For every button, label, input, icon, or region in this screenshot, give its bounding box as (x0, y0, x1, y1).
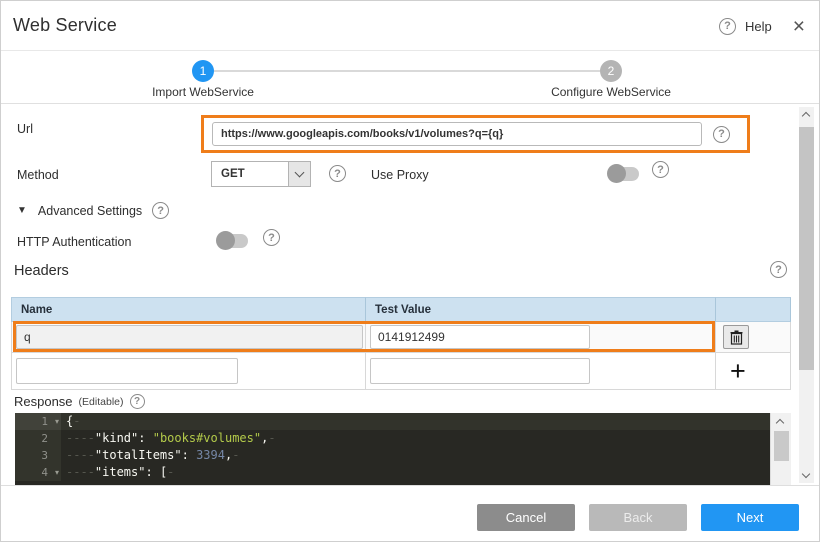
editor-line: 3----"totalItems": 3394,- (15, 447, 770, 464)
http-auth-help-icon[interactable]: ? (263, 229, 280, 246)
url-highlight-box: ? (201, 115, 750, 153)
response-editor[interactable]: 1▾{-2----"kind": "books#volumes",-3----"… (15, 413, 791, 486)
scroll-up-icon[interactable] (802, 112, 810, 120)
column-header-test-value: Test Value (366, 297, 716, 322)
editor-scrollbar[interactable] (770, 413, 791, 486)
headers-table-header-row: Name Test Value (11, 297, 791, 322)
actions-cell: + (716, 353, 791, 390)
toggle-knob (216, 231, 235, 250)
header-row-q (11, 322, 791, 353)
editor-scrollbar-thumb[interactable] (774, 431, 789, 461)
step-1-circle[interactable]: 1 (192, 60, 214, 82)
content-scrollbar[interactable] (799, 107, 814, 483)
test-value-cell (366, 322, 716, 353)
fold-caret-icon[interactable]: ▾ (55, 413, 59, 430)
close-icon[interactable]: × (793, 16, 805, 37)
headers-help-icon[interactable]: ? (770, 261, 787, 278)
response-help-icon[interactable]: ? (130, 394, 145, 409)
step-2-label: Configure WebService (531, 85, 691, 99)
method-dropdown-button[interactable] (288, 162, 310, 186)
header-name-input[interactable] (16, 325, 363, 349)
dialog-content: Url ? Method GET ? Use Proxy ? ▼ Advance… (1, 104, 819, 487)
wizard-stepper: 1 2 Import WebService Configure WebServi… (1, 51, 819, 104)
actions-cell (716, 322, 791, 353)
delete-row-button[interactable] (723, 325, 749, 349)
advanced-settings-label: Advanced Settings (38, 204, 142, 218)
dialog-title: Web Service (13, 15, 117, 36)
advanced-settings-toggle[interactable]: ▼ Advanced Settings ? (17, 202, 169, 219)
test-value-cell (366, 353, 716, 390)
url-input[interactable] (212, 122, 702, 146)
name-cell (11, 322, 366, 353)
use-proxy-toggle[interactable] (608, 167, 639, 181)
editor-line: 1▾{- (15, 413, 770, 430)
header-actions: ? Help × (719, 1, 805, 51)
collapse-arrow-icon: ▼ (17, 205, 27, 216)
web-service-dialog: Web Service ? Help × 1 2 Import WebServi… (0, 0, 820, 542)
dialog-footer: Cancel Back Next (1, 485, 819, 541)
response-label-row: Response (Editable) ? (14, 394, 145, 409)
add-row-button[interactable]: + (730, 358, 746, 385)
header-test-value-input[interactable] (370, 325, 590, 349)
cancel-button[interactable]: Cancel (477, 504, 575, 531)
method-help-icon[interactable]: ? (329, 165, 346, 182)
editor-line: 4▾----"items": [- (15, 464, 770, 481)
use-proxy-help-icon[interactable]: ? (652, 161, 669, 178)
advanced-settings-help-icon[interactable]: ? (152, 202, 169, 219)
help-icon[interactable]: ? (719, 18, 736, 35)
step-1-label: Import WebService (133, 85, 273, 99)
header-new-row: + (11, 353, 791, 390)
toggle-knob (607, 164, 626, 183)
use-proxy-label: Use Proxy (371, 168, 429, 182)
url-help-icon[interactable]: ? (713, 126, 730, 143)
headers-section-title: Headers (14, 263, 69, 279)
stepper-connector (214, 70, 600, 72)
name-cell (11, 353, 366, 390)
help-link[interactable]: Help (745, 19, 772, 34)
scroll-up-icon[interactable] (776, 419, 784, 427)
content-scrollbar-thumb[interactable] (799, 127, 814, 370)
method-select[interactable]: GET (211, 161, 311, 187)
new-header-name-input[interactable] (16, 358, 238, 384)
editor-line: 2----"kind": "books#volumes",- (15, 430, 770, 447)
fold-caret-icon[interactable]: ▾ (55, 464, 59, 481)
response-editable-sublabel: (Editable) (79, 396, 124, 408)
back-button[interactable]: Back (589, 504, 687, 531)
new-header-test-value-input[interactable] (370, 358, 590, 384)
column-header-name: Name (11, 297, 366, 322)
column-header-actions (716, 297, 791, 322)
method-selected-value: GET (212, 168, 288, 180)
next-button[interactable]: Next (701, 504, 799, 531)
url-label: Url (17, 122, 33, 136)
dialog-header: Web Service ? Help × (1, 1, 819, 51)
http-auth-toggle[interactable] (217, 234, 248, 248)
response-label: Response (14, 394, 73, 409)
scroll-down-icon[interactable] (802, 470, 810, 478)
http-auth-label: HTTP Authentication (17, 235, 131, 249)
chevron-down-icon (295, 168, 305, 178)
step-2-circle[interactable]: 2 (600, 60, 622, 82)
trash-icon (730, 330, 743, 345)
headers-table: Name Test Value (11, 297, 791, 390)
response-editor-lines: 1▾{-2----"kind": "books#volumes",-3----"… (15, 413, 770, 486)
method-label: Method (17, 168, 59, 182)
